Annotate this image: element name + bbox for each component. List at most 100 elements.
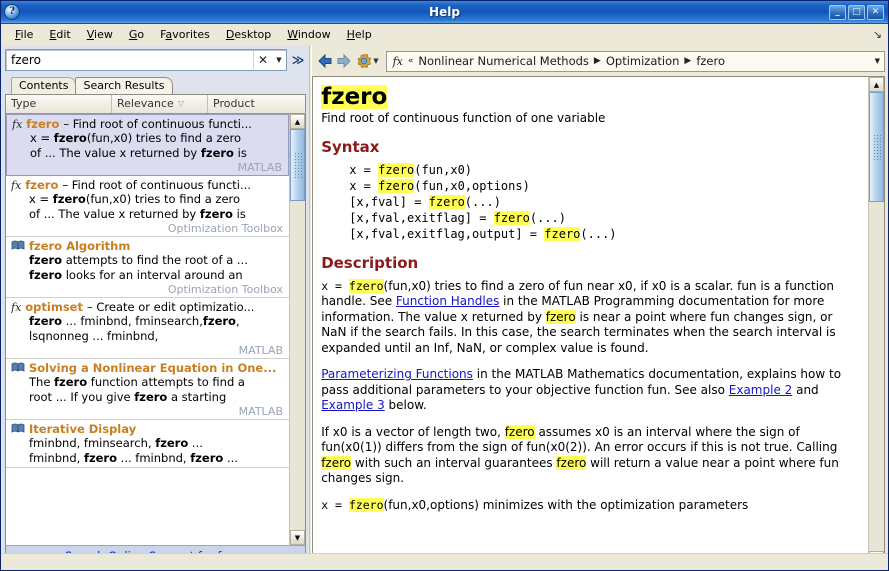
search-input[interactable] bbox=[6, 50, 253, 70]
column-product[interactable]: Product bbox=[208, 95, 305, 113]
main-area: ✕ ▼ ≫ Contents Search Results Type Relev… bbox=[1, 45, 888, 570]
column-relevance[interactable]: Relevance ▽ bbox=[112, 95, 208, 113]
p4-text-b: (fun,x0,options) minimizes with the opti… bbox=[383, 497, 749, 512]
link-function-handles[interactable]: Function Handles bbox=[396, 294, 499, 308]
result-snippet: fzero attempts to find the root of a ... bbox=[29, 253, 248, 267]
search-pane: ✕ ▼ ≫ Contents Search Results Type Relev… bbox=[1, 45, 309, 570]
doc-scroll-up-icon[interactable]: ▲ bbox=[869, 77, 884, 92]
link-parameterizing-functions[interactable]: Parameterizing Functions bbox=[321, 367, 473, 381]
book-icon bbox=[11, 362, 25, 372]
breadcrumb-item-2[interactable]: fzero bbox=[696, 54, 725, 68]
doc-view: fzero Find root of continuous function o… bbox=[312, 76, 885, 567]
column-type[interactable]: Type bbox=[6, 95, 112, 113]
breadcrumb-item-0[interactable]: Nonlinear Numerical Methods bbox=[418, 54, 589, 68]
p3-text-a: If x0 is a vector of length two, bbox=[321, 424, 505, 439]
result-item[interactable]: Iterative Display fminbnd, fminsearch, fz… bbox=[6, 420, 289, 468]
syntax-block: x = fzero(fun,x0) x = fzero(fun,x0,option… bbox=[349, 162, 858, 242]
minimize-button[interactable]: _ bbox=[829, 4, 846, 20]
breadcrumb-separator-icon-2: ▶ bbox=[684, 56, 692, 66]
menu-edit[interactable]: Edit bbox=[41, 26, 78, 43]
doc-scroll-track[interactable] bbox=[869, 92, 884, 551]
result-item[interactable]: fx optimset – Create or edit optimizatio..… bbox=[6, 298, 289, 359]
tab-bar: Contents Search Results bbox=[5, 76, 306, 94]
syntax-highlight: fzero bbox=[493, 211, 530, 226]
link-example-2[interactable]: Example 2 bbox=[729, 383, 793, 397]
menu-window[interactable]: Window bbox=[279, 26, 338, 43]
result-title: Iterative Display bbox=[11, 422, 285, 436]
tab-search-results[interactable]: Search Results bbox=[75, 77, 173, 94]
menu-overflow-icon[interactable]: ↘ bbox=[873, 28, 882, 41]
result-product: Optimization Toolbox bbox=[167, 222, 283, 235]
p4-code-prefix: x = bbox=[321, 497, 349, 512]
menu-favorites[interactable]: Favorites bbox=[152, 26, 218, 43]
result-title: fx optimset – Create or edit optimizatio..… bbox=[11, 300, 285, 314]
search-results-panel: Type Relevance ▽ Product fx fzero – Find r… bbox=[5, 94, 306, 567]
menu-go[interactable]: Go bbox=[121, 26, 152, 43]
p3-highlight-2: fzero bbox=[321, 455, 352, 470]
help-circle-icon: ? bbox=[4, 4, 20, 20]
sort-descending-icon: ▽ bbox=[177, 99, 184, 108]
breadcrumb[interactable]: fx « Nonlinear Numerical Methods ▶ Optim… bbox=[385, 50, 885, 72]
results-scroll-track[interactable] bbox=[290, 129, 305, 530]
doc-title: fzero bbox=[321, 84, 388, 110]
breadcrumb-dropdown-icon[interactable]: ▼ bbox=[875, 57, 880, 65]
result-snippet: The fzero function attempts to find a bbox=[29, 375, 245, 389]
menu-desktop[interactable]: Desktop bbox=[218, 26, 279, 43]
column-relevance-label: Relevance bbox=[117, 97, 174, 110]
toolbar-caret-icon[interactable]: ▼ bbox=[373, 57, 378, 65]
result-term: Solving a Nonlinear Equation in One... bbox=[29, 361, 277, 375]
menu-view[interactable]: View bbox=[79, 26, 121, 43]
window-title: Help bbox=[429, 5, 460, 19]
collapse-panel-icon[interactable]: ≫ bbox=[290, 50, 306, 70]
result-term: fzero bbox=[26, 117, 60, 131]
syntax-highlight: fzero bbox=[544, 227, 581, 242]
result-item[interactable]: Solving a Nonlinear Equation in One... Th… bbox=[6, 359, 289, 420]
menu-bar: File Edit View Go Favorites Desktop Wind… bbox=[1, 24, 888, 46]
menu-file[interactable]: File bbox=[7, 26, 41, 43]
results-list[interactable]: fx fzero – Find root of continuous functi.… bbox=[6, 114, 289, 545]
p1-code-prefix: x = bbox=[321, 278, 349, 293]
result-dash: – Create or edit optimizatio... bbox=[86, 300, 255, 314]
results-scroll-thumb[interactable] bbox=[290, 129, 305, 201]
gear-icon[interactable] bbox=[356, 53, 372, 69]
result-snippet: x = fzero(fun,x0) tries to find a zero bbox=[29, 192, 241, 206]
scroll-down-icon[interactable]: ▼ bbox=[290, 530, 305, 545]
maximize-button[interactable]: □ bbox=[848, 4, 865, 20]
doc-scrollbar[interactable]: ▲ ▼ bbox=[868, 77, 884, 566]
close-button[interactable]: ✕ bbox=[867, 4, 884, 20]
result-item[interactable]: fx fzero – Find root of continuous functi.… bbox=[6, 176, 289, 237]
chevron-down-icon[interactable]: ▼ bbox=[272, 51, 286, 69]
breadcrumb-separator-icon: ▶ bbox=[593, 56, 601, 66]
result-product: MATLAB bbox=[238, 344, 283, 357]
scroll-up-icon[interactable]: ▲ bbox=[290, 114, 305, 129]
search-row: ✕ ▼ ≫ bbox=[5, 49, 306, 71]
results-scrollbar[interactable]: ▲ ▼ bbox=[289, 114, 305, 545]
p2-text-c: below. bbox=[384, 398, 427, 413]
result-snippet: lsqnonneg ... fminbnd, bbox=[29, 329, 159, 343]
result-product: MATLAB bbox=[238, 405, 283, 418]
forward-arrow-icon[interactable] bbox=[336, 53, 353, 69]
description-heading: Description bbox=[321, 254, 419, 273]
window-controls: _ □ ✕ bbox=[829, 4, 888, 20]
link-example-3[interactable]: Example 3 bbox=[321, 398, 385, 412]
doc-subtitle: Find root of continuous function of one … bbox=[321, 111, 606, 126]
result-term: Iterative Display bbox=[29, 422, 137, 436]
result-item[interactable]: fzero Algorithm fzero attempts to find th… bbox=[6, 237, 289, 298]
back-arrow-icon[interactable] bbox=[316, 53, 333, 69]
fx-icon: fx bbox=[392, 54, 403, 68]
doc-scroll-thumb[interactable] bbox=[869, 92, 884, 202]
tab-contents[interactable]: Contents bbox=[11, 77, 77, 94]
result-title: fx fzero – Find root of continuous functi.… bbox=[11, 178, 285, 192]
help-window: ? Help _ □ ✕ File Edit View Go Favorites… bbox=[0, 0, 889, 571]
syntax-line: [x,fval,exitflag] = fzero(...) bbox=[349, 211, 566, 226]
book-icon bbox=[11, 240, 25, 250]
menu-help[interactable]: Help bbox=[339, 26, 380, 43]
syntax-highlight: fzero bbox=[428, 195, 465, 210]
result-title: Solving a Nonlinear Equation in One... bbox=[11, 361, 285, 375]
search-box[interactable]: ✕ ▼ bbox=[5, 49, 287, 71]
p3-text-c: with such an interval guarantees bbox=[351, 455, 557, 470]
result-item[interactable]: fx fzero – Find root of continuous functi.… bbox=[6, 114, 289, 176]
clear-icon[interactable]: ✕ bbox=[253, 51, 272, 69]
result-snippet: fminbnd, fzero ... fminbnd, fzero ... bbox=[29, 451, 238, 465]
breadcrumb-item-1[interactable]: Optimization bbox=[606, 54, 680, 68]
